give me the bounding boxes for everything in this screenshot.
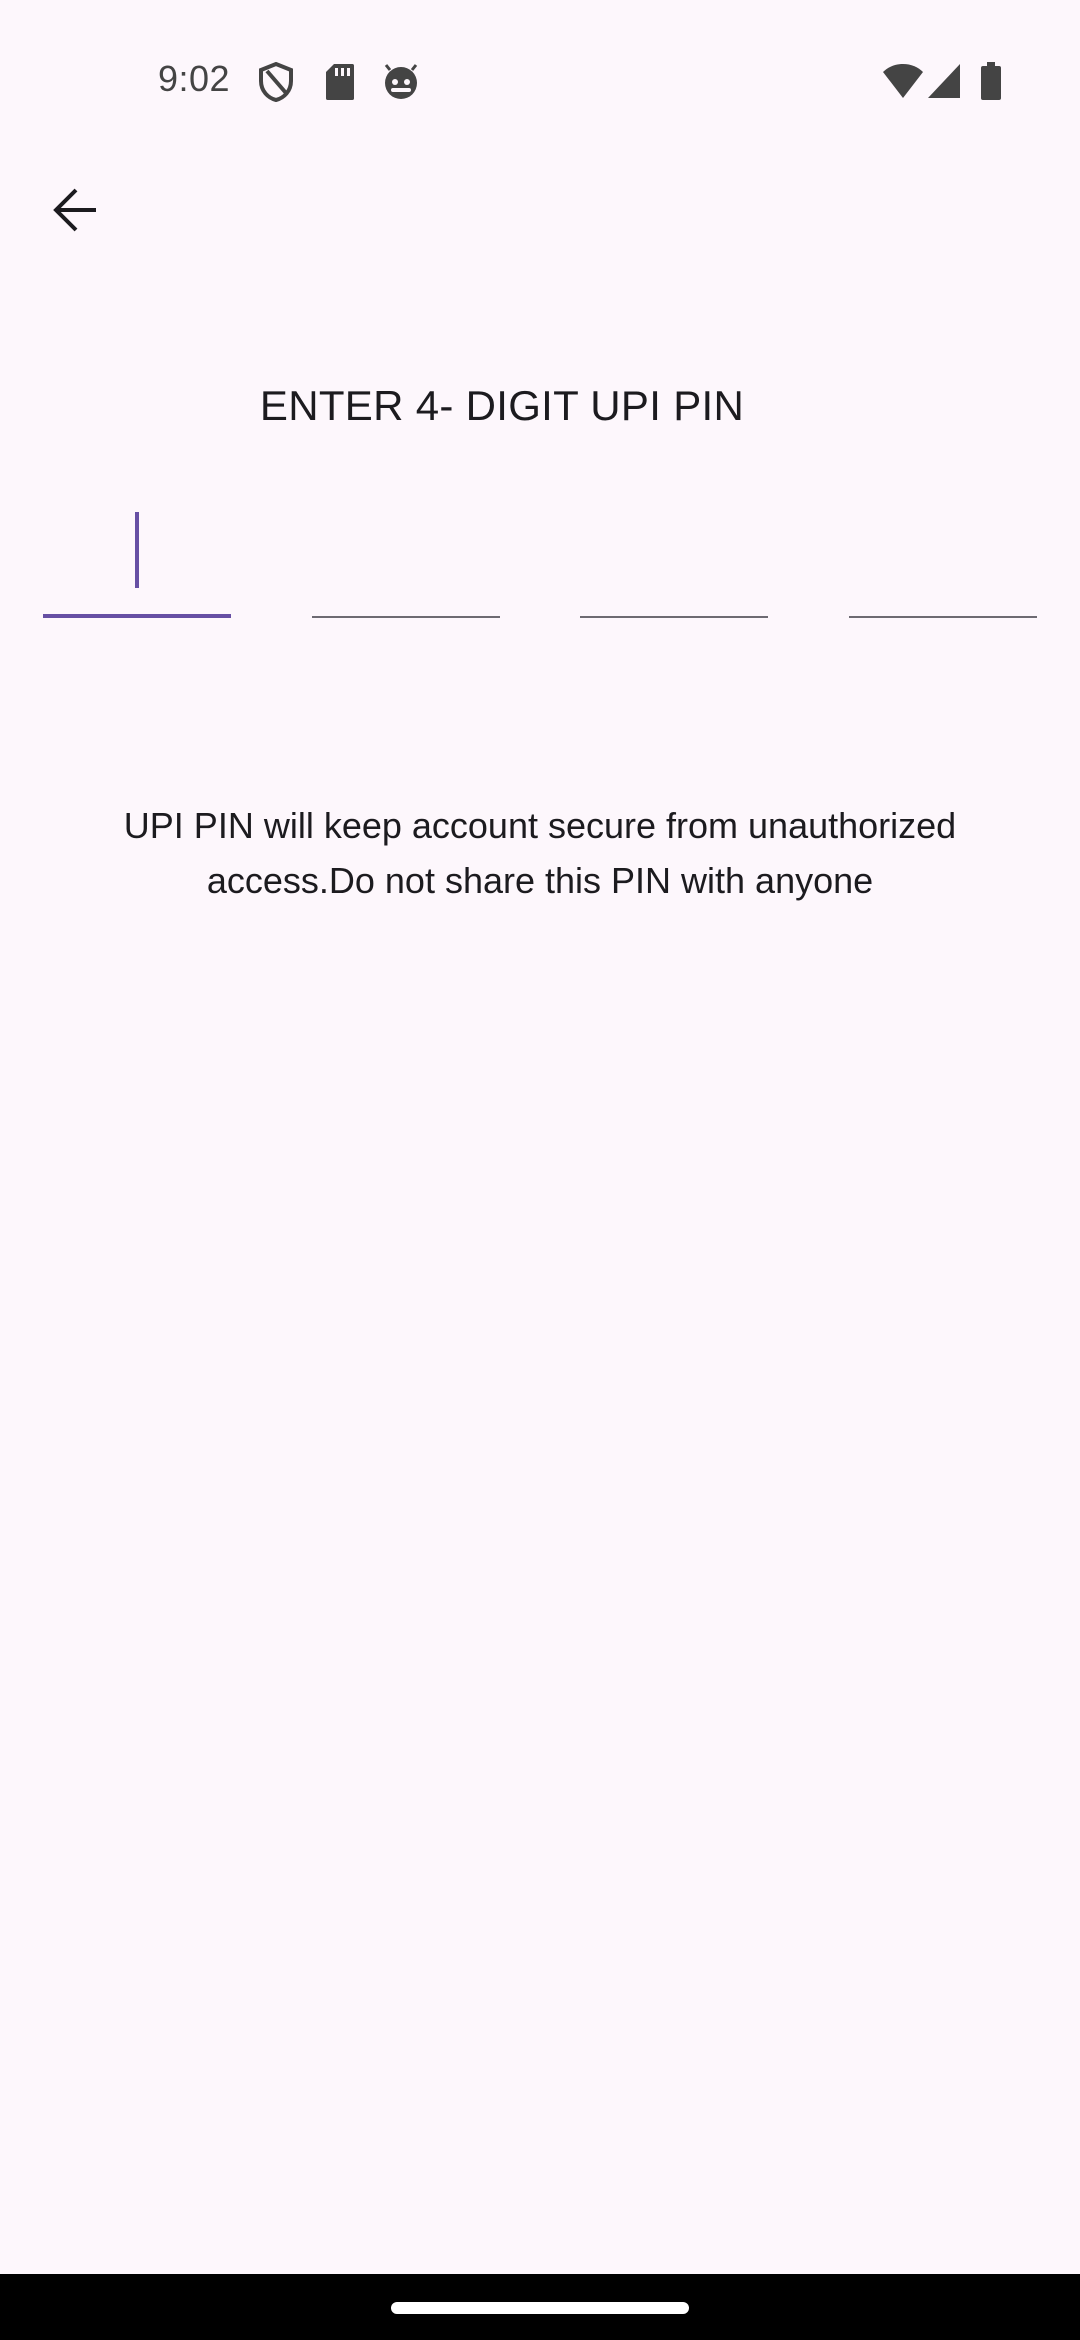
pin-digit-1[interactable] <box>43 500 231 618</box>
arrow-back-icon <box>52 186 100 239</box>
status-time: 9:02 <box>158 58 231 99</box>
back-button[interactable] <box>36 172 116 252</box>
pin-security-note: UPI PIN will keep account secure from un… <box>123 805 957 901</box>
pin-digit-2-underline <box>312 616 500 618</box>
pin-digit-2[interactable] <box>312 500 500 618</box>
pin-input-row <box>0 500 1080 620</box>
android-face-icon <box>382 62 420 102</box>
pin-title: ENTER 4- DIGIT UPI PIN <box>259 382 745 429</box>
pin-digit-4-underline <box>849 616 1037 618</box>
shield-icon <box>258 62 294 102</box>
text-cursor <box>135 512 139 588</box>
navigation-bar <box>0 2274 1080 2340</box>
pin-digit-4[interactable] <box>849 500 1037 618</box>
wifi-icon <box>882 62 924 102</box>
cell-signal-icon <box>926 62 962 102</box>
status-bar: 9:02 <box>0 0 1080 120</box>
pin-digit-3[interactable] <box>580 500 768 618</box>
home-gesture-handle[interactable] <box>391 2302 689 2314</box>
pin-digit-1-underline <box>43 614 231 618</box>
battery-icon <box>980 62 1002 102</box>
sd-card-icon <box>324 62 356 102</box>
pin-digit-3-underline <box>580 616 768 618</box>
